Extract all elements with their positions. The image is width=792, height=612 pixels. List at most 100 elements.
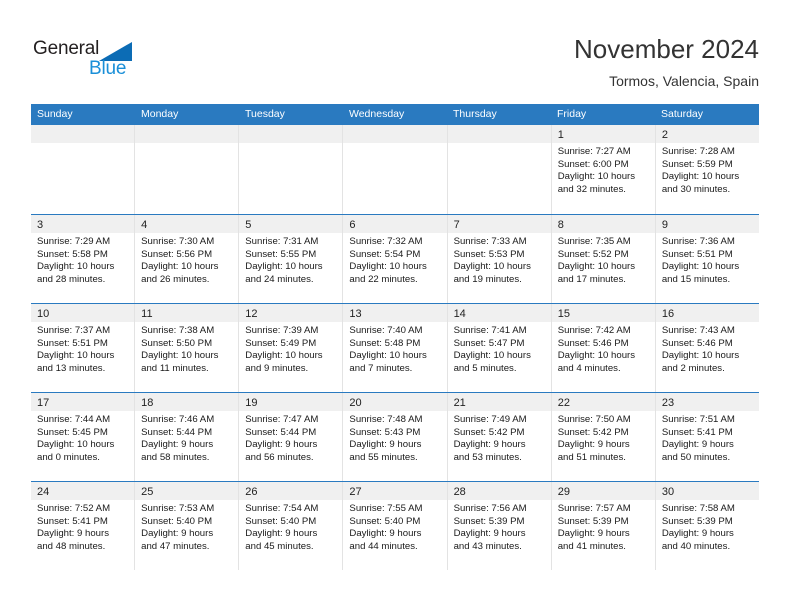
- sunset-text: Sunset: 5:39 PM: [453, 515, 525, 527]
- day-sun-info: Sunrise: 7:32 AM Sunset: 5:54 PM Daylight:…: [343, 233, 446, 286]
- calendar-day-cell[interactable]: 7 Sunrise: 7:33 AM Sunset: 5:53 PM Daylight…: [447, 215, 552, 303]
- daylight-text-line1: Daylight: 10 hours: [245, 350, 323, 362]
- day-number: 15: [557, 308, 570, 320]
- weekday-header-saturday: Saturday: [661, 108, 704, 120]
- daylight-text-line1: Daylight: 10 hours: [661, 261, 740, 273]
- calendar-day-cell[interactable]: 5 Sunrise: 7:31 AM Sunset: 5:55 PM Daylight…: [239, 215, 344, 303]
- day-sun-info: Sunrise: 7:37 AM Sunset: 5:51 PM Daylight:…: [31, 322, 134, 375]
- weekday-header-wednesday: Wednesday: [349, 108, 405, 120]
- calendar-day-cell[interactable]: 16 Sunrise: 7:43 AM Sunset: 5:46 PM Dayligh…: [655, 304, 759, 392]
- sunrise-text: Sunrise: 7:54 AM: [245, 503, 319, 514]
- daylight-text-line1: Daylight: 10 hours: [37, 350, 115, 362]
- day-number: 4: [141, 219, 148, 231]
- day-sun-info: Sunrise: 7:27 AM Sunset: 6:00 PM Daylight:…: [552, 143, 655, 196]
- calendar-day-cell[interactable]: 17 Sunrise: 7:44 AM Sunset: 5:45 PM Dayligh…: [31, 393, 136, 481]
- day-sun-info: Sunrise: 7:46 AM Sunset: 5:44 PM Daylight:…: [135, 411, 238, 464]
- day-number-band: 11: [135, 304, 239, 322]
- daylight-text-line1: Daylight: 10 hours: [349, 261, 427, 273]
- daylight-text-line1: Daylight: 9 hours: [141, 528, 214, 540]
- calendar-day-cell[interactable]: 27 Sunrise: 7:55 AM Sunset: 5:40 PM Dayligh…: [343, 482, 448, 570]
- calendar-day-cell[interactable]: 9 Sunrise: 7:36 AM Sunset: 5:51 PM Daylight…: [655, 215, 759, 303]
- calendar-day-cell[interactable]: 21 Sunrise: 7:49 AM Sunset: 5:42 PM Dayligh…: [447, 393, 552, 481]
- sunrise-text: Sunrise: 7:41 AM: [453, 325, 527, 336]
- day-number: 2: [661, 129, 668, 141]
- calendar-day-cell[interactable]: 25 Sunrise: 7:53 AM Sunset: 5:40 PM Dayligh…: [135, 482, 240, 570]
- calendar-day-cell[interactable]: 28 Sunrise: 7:56 AM Sunset: 5:39 PM Dayligh…: [447, 482, 552, 570]
- calendar-day-cell[interactable]: 3 Sunrise: 7:29 AM Sunset: 5:58 PM Daylight…: [31, 215, 136, 303]
- sunset-text: Sunset: 5:46 PM: [661, 337, 733, 349]
- day-number: 27: [349, 486, 362, 498]
- calendar-day-cell[interactable]: 30 Sunrise: 7:58 AM Sunset: 5:39 PM Dayligh…: [655, 482, 759, 570]
- calendar-day-cell-empty: [135, 125, 240, 214]
- daylight-text-line2: and 44 minutes.: [349, 540, 418, 552]
- calendar-day-cell[interactable]: 6 Sunrise: 7:32 AM Sunset: 5:54 PM Daylight…: [343, 215, 448, 303]
- daylight-text-line2: and 0 minutes.: [37, 451, 100, 463]
- daylight-text-line2: and 11 minutes.: [141, 362, 209, 374]
- day-sun-info: Sunrise: 7:29 AM Sunset: 5:58 PM Daylight:…: [31, 233, 134, 286]
- calendar-day-cell[interactable]: 23 Sunrise: 7:51 AM Sunset: 5:41 PM Dayligh…: [655, 393, 759, 481]
- daylight-text-line2: and 50 minutes.: [661, 451, 731, 463]
- day-sun-info: Sunrise: 7:38 AM Sunset: 5:50 PM Daylight:…: [135, 322, 238, 375]
- day-number: 20: [349, 397, 362, 409]
- calendar-week-row: 1 Sunrise: 7:27 AM Sunset: 6:00 PM Daylight…: [31, 125, 759, 214]
- calendar-day-cell[interactable]: 26 Sunrise: 7:54 AM Sunset: 5:40 PM Dayligh…: [239, 482, 344, 570]
- daylight-text-line1: Daylight: 9 hours: [661, 528, 734, 540]
- day-number: 29: [557, 486, 570, 498]
- calendar-day-cell[interactable]: 10 Sunrise: 7:37 AM Sunset: 5:51 PM Dayligh…: [31, 304, 136, 392]
- day-number: 11: [141, 308, 153, 320]
- day-sun-info: Sunrise: 7:58 AM Sunset: 5:39 PM Daylight:…: [656, 500, 759, 553]
- sunrise-text: Sunrise: 7:36 AM: [661, 236, 735, 247]
- generalblue-logo[interactable]: General Blue: [33, 38, 143, 82]
- sunrise-text: Sunrise: 7:44 AM: [37, 414, 111, 425]
- calendar-day-cell[interactable]: 2 Sunrise: 7:28 AM Sunset: 5:59 PM Daylight…: [655, 125, 759, 214]
- calendar-day-cell[interactable]: 8 Sunrise: 7:35 AM Sunset: 5:52 PM Daylight…: [551, 215, 656, 303]
- sunrise-text: Sunrise: 7:43 AM: [661, 325, 735, 336]
- sunrise-text: Sunrise: 7:56 AM: [453, 503, 527, 514]
- sunset-text: Sunset: 5:41 PM: [661, 426, 733, 438]
- daylight-text-line1: Daylight: 9 hours: [141, 439, 214, 451]
- calendar-day-cell[interactable]: 19 Sunrise: 7:47 AM Sunset: 5:44 PM Dayligh…: [239, 393, 344, 481]
- sunset-text: Sunset: 6:00 PM: [557, 158, 629, 170]
- day-number-band: [239, 125, 343, 143]
- location-subtitle: Tormos, Valencia, Spain: [609, 73, 759, 89]
- calendar-day-cell[interactable]: 12 Sunrise: 7:39 AM Sunset: 5:49 PM Dayligh…: [239, 304, 344, 392]
- daylight-text-line1: Daylight: 9 hours: [245, 528, 318, 540]
- sunset-text: Sunset: 5:55 PM: [245, 248, 317, 260]
- calendar-week-row: 3 Sunrise: 7:29 AM Sunset: 5:58 PM Daylight…: [31, 214, 759, 303]
- calendar-day-cell[interactable]: 29 Sunrise: 7:57 AM Sunset: 5:39 PM Dayligh…: [551, 482, 656, 570]
- day-number: 28: [453, 486, 466, 498]
- calendar-day-cell[interactable]: 22 Sunrise: 7:50 AM Sunset: 5:42 PM Dayligh…: [551, 393, 656, 481]
- day-sun-info: Sunrise: 7:40 AM Sunset: 5:48 PM Daylight:…: [343, 322, 446, 375]
- daylight-text-line2: and 15 minutes.: [661, 273, 731, 285]
- daylight-text-line2: and 40 minutes.: [661, 540, 731, 552]
- daylight-text-line1: Daylight: 10 hours: [557, 261, 636, 273]
- day-number-band: 10: [31, 304, 135, 322]
- sunrise-text: Sunrise: 7:40 AM: [349, 325, 423, 336]
- day-sun-info: Sunrise: 7:42 AM Sunset: 5:46 PM Daylight:…: [552, 322, 655, 375]
- day-sun-info: Sunrise: 7:43 AM Sunset: 5:46 PM Daylight:…: [656, 322, 759, 375]
- calendar-day-cell[interactable]: 1 Sunrise: 7:27 AM Sunset: 6:00 PM Daylight…: [551, 125, 656, 214]
- day-number: 10: [37, 308, 50, 320]
- calendar-day-cell[interactable]: 15 Sunrise: 7:42 AM Sunset: 5:46 PM Dayligh…: [551, 304, 656, 392]
- calendar-day-cell[interactable]: 13 Sunrise: 7:40 AM Sunset: 5:48 PM Dayligh…: [343, 304, 448, 392]
- sunset-text: Sunset: 5:50 PM: [141, 337, 213, 349]
- day-number: 7: [453, 219, 460, 231]
- calendar-day-cell-empty: [343, 125, 448, 214]
- calendar-day-cell[interactable]: 18 Sunrise: 7:46 AM Sunset: 5:44 PM Dayligh…: [135, 393, 240, 481]
- sunrise-text: Sunrise: 7:29 AM: [37, 236, 111, 247]
- day-number-band: 17: [31, 393, 135, 411]
- day-number: 16: [661, 308, 675, 320]
- calendar-day-cell[interactable]: 11 Sunrise: 7:38 AM Sunset: 5:50 PM Dayligh…: [135, 304, 240, 392]
- daylight-text-line1: Daylight: 10 hours: [141, 350, 219, 362]
- day-number: 17: [37, 397, 50, 409]
- daylight-text-line1: Daylight: 10 hours: [453, 261, 531, 273]
- calendar-day-cell[interactable]: 4 Sunrise: 7:30 AM Sunset: 5:56 PM Daylight…: [135, 215, 240, 303]
- sunset-text: Sunset: 5:43 PM: [349, 426, 421, 438]
- day-sun-info: Sunrise: 7:53 AM Sunset: 5:40 PM Daylight:…: [135, 500, 238, 553]
- sunrise-text: Sunrise: 7:31 AM: [245, 236, 319, 247]
- calendar-day-cell[interactable]: 20 Sunrise: 7:48 AM Sunset: 5:43 PM Dayligh…: [343, 393, 448, 481]
- calendar-day-cell[interactable]: 24 Sunrise: 7:52 AM Sunset: 5:41 PM Dayligh…: [31, 482, 136, 570]
- weekday-header-tuesday: Tuesday: [245, 108, 285, 120]
- calendar-day-cell[interactable]: 14 Sunrise: 7:41 AM Sunset: 5:47 PM Dayligh…: [447, 304, 552, 392]
- day-sun-info: Sunrise: 7:41 AM Sunset: 5:47 PM Daylight:…: [448, 322, 551, 375]
